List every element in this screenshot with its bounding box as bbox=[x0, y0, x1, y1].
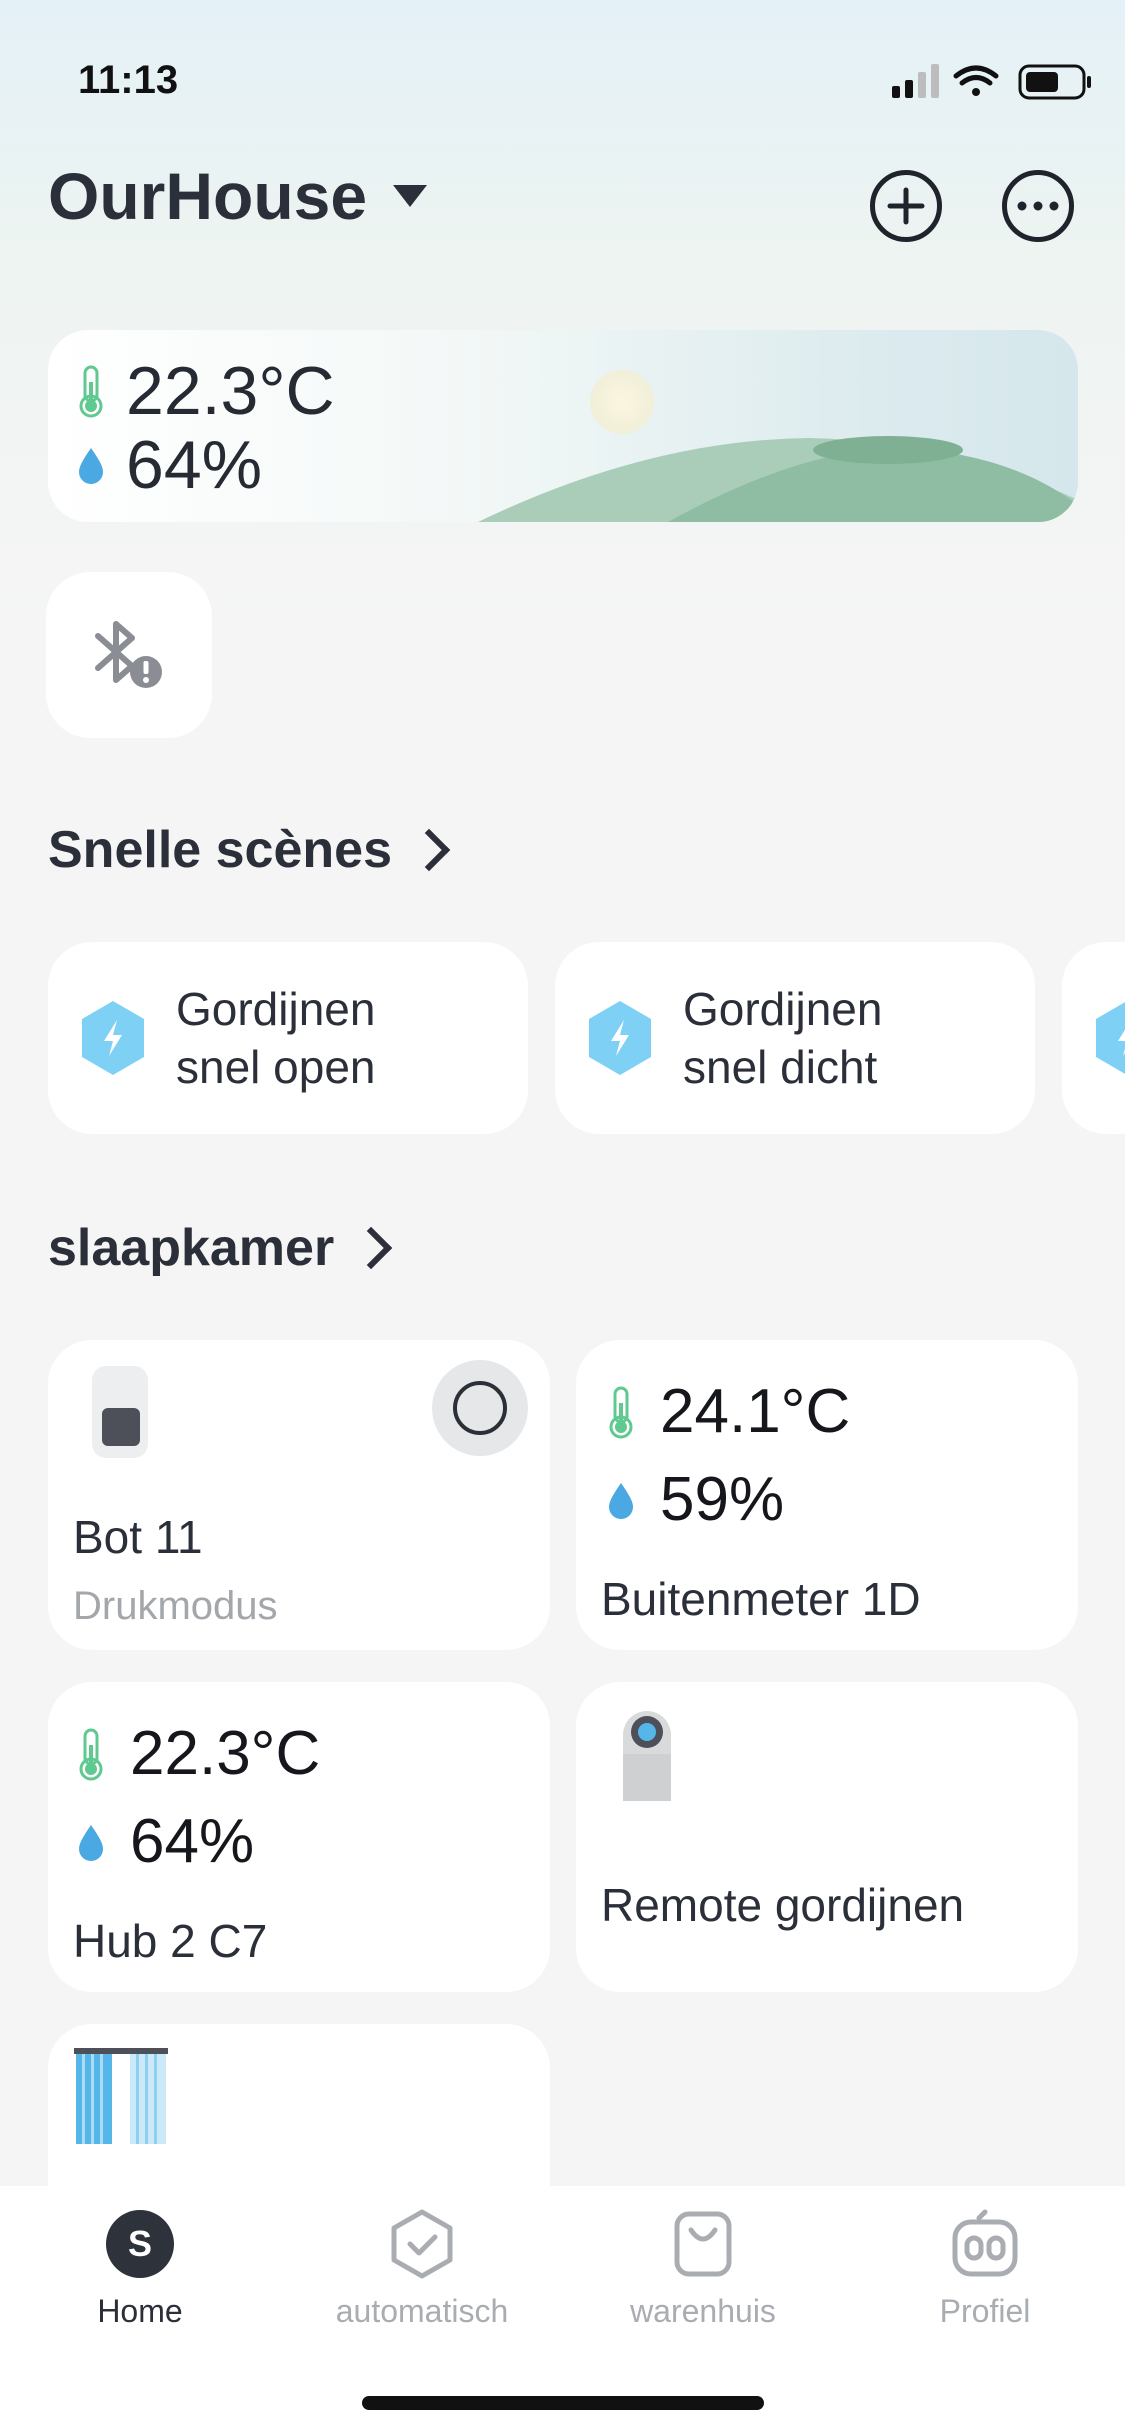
scene-card-open[interactable]: Gordijnen snel open bbox=[48, 942, 528, 1134]
scene-card-partial[interactable] bbox=[1062, 942, 1125, 1134]
bluetooth-status-tile[interactable] bbox=[46, 572, 212, 738]
device-humidity: 64% bbox=[130, 1807, 255, 1876]
tab-store[interactable]: warenhuis bbox=[563, 2208, 843, 2330]
scene-hex-icon bbox=[82, 1001, 144, 1075]
tab-profile[interactable]: Profiel bbox=[845, 2208, 1125, 2330]
home-s-icon: S bbox=[106, 2210, 174, 2278]
tab-label: warenhuis bbox=[630, 2293, 776, 2329]
device-name: Hub 2 C7 bbox=[73, 1915, 268, 1967]
device-card-remote[interactable]: Remote gordijnen bbox=[576, 1682, 1078, 1992]
shield-check-icon bbox=[391, 2209, 453, 2279]
status-icons bbox=[890, 58, 1095, 102]
signal-icon bbox=[892, 64, 939, 98]
device-name: Bot 11 bbox=[73, 1511, 203, 1563]
device-temperature: 24.1°C bbox=[660, 1377, 851, 1446]
remote-device-icon bbox=[623, 1711, 671, 1801]
scene-label: Gordijnen snel dicht bbox=[683, 983, 883, 1093]
home-indicator bbox=[362, 2396, 764, 2410]
chevron-right-icon bbox=[349, 1226, 393, 1270]
thermometer-icon bbox=[79, 1728, 103, 1780]
add-button[interactable] bbox=[870, 170, 942, 242]
tab-label: automatisch bbox=[335, 2293, 509, 2329]
scene-hex-icon bbox=[1096, 1002, 1125, 1074]
thermometer-icon bbox=[609, 1386, 633, 1438]
weather-humidity: 64% bbox=[126, 427, 263, 503]
bot-device-icon bbox=[92, 1366, 148, 1458]
chevron-right-icon bbox=[407, 828, 451, 872]
device-mode: Drukmodus bbox=[73, 1584, 278, 1628]
humidity-drop-icon bbox=[79, 1824, 103, 1861]
weather-card[interactable]: 22.3°C 64% bbox=[48, 330, 1078, 522]
bot-press-button[interactable] bbox=[432, 1360, 528, 1456]
device-name: Buitenmeter 1D bbox=[601, 1573, 921, 1625]
tab-label: Home bbox=[97, 2293, 183, 2329]
home-selector[interactable]: OurHouse bbox=[48, 158, 428, 234]
weather-temperature: 22.3°C bbox=[126, 353, 335, 429]
more-dots-icon bbox=[1017, 201, 1059, 211]
device-card-hub[interactable]: 22.3°C 64% Hub 2 C7 bbox=[48, 1682, 550, 1992]
device-humidity: 59% bbox=[660, 1465, 785, 1534]
device-name: Remote gordijnen bbox=[601, 1879, 965, 1931]
device-card-outdoor-meter[interactable]: 24.1°C 59% Buitenmeter 1D bbox=[576, 1340, 1078, 1650]
power-circle-icon bbox=[453, 1381, 507, 1435]
bluetooth-warning-icon bbox=[95, 621, 162, 688]
quick-scenes-header[interactable]: Snelle scènes bbox=[48, 820, 451, 880]
robot-face-icon bbox=[952, 2209, 1018, 2277]
humidity-drop-icon bbox=[609, 1482, 633, 1519]
device-temperature: 22.3°C bbox=[130, 1719, 321, 1788]
shopping-bag-icon bbox=[674, 2211, 732, 2277]
scene-label: Gordijnen snel open bbox=[176, 983, 376, 1093]
thermometer-icon bbox=[79, 365, 103, 418]
wifi-icon bbox=[953, 65, 999, 96]
scene-hex-icon bbox=[589, 1001, 651, 1075]
battery-icon bbox=[1018, 64, 1091, 100]
scene-card-close[interactable]: Gordijnen snel dicht bbox=[555, 942, 1035, 1134]
humidity-drop-icon bbox=[79, 448, 103, 484]
svg-text:S: S bbox=[128, 2223, 152, 2264]
home-name: OurHouse bbox=[48, 159, 368, 233]
device-card-bot[interactable]: Bot 11 Drukmodus bbox=[48, 1340, 550, 1650]
quick-scenes-title: Snelle scènes bbox=[48, 821, 392, 879]
status-time: 11:13 bbox=[78, 58, 179, 102]
room-title: slaapkamer bbox=[48, 1219, 335, 1277]
tab-home[interactable]: S Home bbox=[0, 2208, 280, 2330]
caret-down-icon bbox=[393, 185, 428, 207]
plus-icon bbox=[887, 187, 925, 225]
tab-automation[interactable]: automatisch bbox=[282, 2208, 562, 2330]
curtain-icon bbox=[74, 2048, 168, 2144]
tab-label: Profiel bbox=[939, 2293, 1031, 2329]
more-button[interactable] bbox=[1002, 170, 1074, 242]
room-header[interactable]: slaapkamer bbox=[48, 1218, 393, 1278]
